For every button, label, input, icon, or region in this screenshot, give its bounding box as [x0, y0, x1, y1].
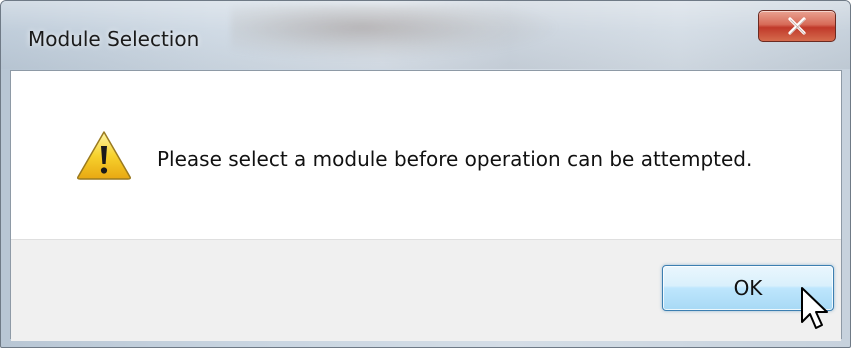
dialog-title: Module Selection	[28, 27, 200, 51]
title-bar[interactable]: Module Selection	[1, 1, 850, 69]
close-button[interactable]	[758, 10, 836, 42]
button-bar: OK	[11, 239, 841, 341]
warning-icon	[77, 131, 131, 180]
message-area: Please select a module before operation …	[11, 71, 841, 239]
dialog-window: Module Selection Please select a module …	[0, 0, 851, 348]
close-icon	[788, 17, 806, 35]
background-blur	[231, 5, 561, 61]
dialog-body: Please select a module before operation …	[10, 70, 842, 341]
dialog-message: Please select a module before operation …	[157, 147, 753, 171]
mouse-pointer-icon	[801, 287, 828, 329]
